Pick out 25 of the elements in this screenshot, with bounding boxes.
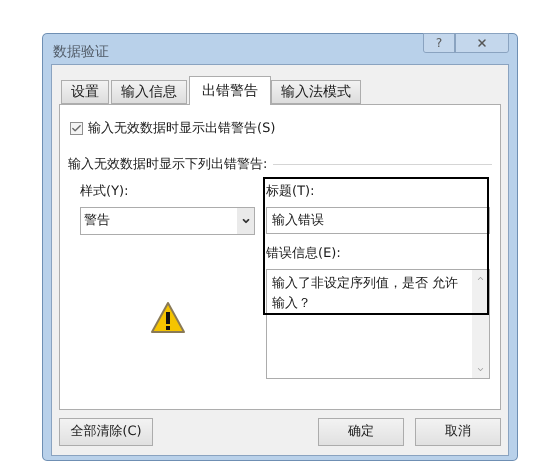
tab[interactable]: 输入信息: [111, 80, 187, 104]
window-title: 数据验证: [53, 43, 109, 62]
style-select[interactable]: 警告: [80, 207, 255, 235]
checkbox[interactable]: [70, 122, 83, 136]
style-label: 样式(Y):: [80, 183, 130, 201]
dropdown-button[interactable]: [237, 208, 254, 234]
help-button[interactable]: ?: [423, 33, 455, 53]
message-label: 错误信息(E):: [266, 245, 342, 263]
scroll-up-icon: [476, 274, 485, 283]
title-label: 标题(T):: [266, 183, 316, 201]
cancel-button[interactable]: 取消: [415, 418, 501, 446]
tab[interactable]: 出错警告: [189, 76, 271, 105]
clear-all-button[interactable]: 全部清除(C): [59, 418, 153, 446]
tab[interactable]: 输入法模式: [271, 80, 361, 104]
tab[interactable]: 设置: [61, 80, 109, 104]
warning-icon: [150, 301, 186, 335]
close-icon: [476, 37, 488, 49]
message-text: 输入了非设定序列值，是否 允许输入？: [272, 275, 460, 313]
chevron-down-icon: [240, 216, 250, 226]
ok-button[interactable]: 确定: [318, 418, 404, 446]
checkbox-label: 输入无效数据时显示出错警告(S): [88, 120, 276, 138]
section-label: 输入无效数据时显示下列出错警告:: [68, 156, 268, 174]
scroll-down-icon: [476, 365, 485, 374]
message-field[interactable]: 输入了非设定序列值，是否 允许输入？: [266, 269, 490, 379]
title-field[interactable]: 输入错误: [266, 207, 490, 234]
